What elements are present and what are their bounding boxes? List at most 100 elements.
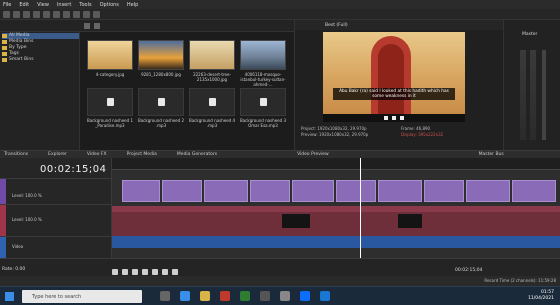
track-header-3[interactable]: Video	[0, 236, 112, 259]
tab-video-preview[interactable]: Video Preview	[293, 152, 329, 157]
media-thumb[interactable]	[189, 40, 235, 70]
video-clip[interactable]	[122, 180, 160, 202]
import-media-icon[interactable]	[84, 23, 90, 29]
media-thumb[interactable]	[240, 40, 286, 70]
app-icon[interactable]	[260, 291, 270, 301]
tab-video-fx[interactable]: Video FX	[83, 152, 107, 157]
copy-icon[interactable]	[63, 10, 70, 18]
views-icon[interactable]	[94, 23, 100, 29]
media-thumb[interactable]	[138, 40, 184, 70]
go-to-start-icon[interactable]	[162, 269, 168, 275]
tab-transitions[interactable]: Transitions	[0, 152, 28, 157]
menu-bar: File Edit View Insert Tools Options Help	[0, 0, 560, 9]
folder-icon	[2, 52, 7, 56]
app-icon[interactable]	[220, 291, 230, 301]
track-level-label: Level: 100.0 %	[12, 217, 42, 222]
audio-file-icon	[259, 98, 267, 106]
record-time-status: Record Time (2 channels): 11:59:28	[484, 278, 556, 283]
master-label: Master	[522, 32, 538, 37]
track-header-2[interactable]: Level: 100.0 %	[0, 204, 112, 237]
tab-media-generators[interactable]: Media Generators	[173, 152, 217, 157]
pause-icon[interactable]	[142, 269, 148, 275]
tab-project-media[interactable]: Project Media	[123, 152, 157, 157]
master-bus-panel: Master	[503, 20, 560, 150]
properties-icon[interactable]	[43, 10, 50, 18]
folder-icon	[2, 46, 7, 50]
audio-track[interactable]	[112, 236, 560, 248]
pause-icon[interactable]	[392, 116, 396, 120]
cut-icon[interactable]	[53, 10, 60, 18]
app-icon[interactable]	[280, 291, 290, 301]
video-clip[interactable]	[466, 180, 510, 202]
time-ruler[interactable]	[112, 158, 560, 170]
video-clip[interactable]	[378, 180, 422, 202]
preview-info: Preview: 1920x1080x32, 29.970p	[301, 132, 369, 137]
go-to-end-icon[interactable]	[172, 269, 178, 275]
stop-icon[interactable]	[400, 116, 404, 120]
loop-icon[interactable]	[122, 269, 128, 275]
menu-view[interactable]: View	[37, 2, 49, 8]
redo-icon[interactable]	[93, 10, 100, 18]
subtitle-text: Abu Bakr (ra) said I looked at this hadi…	[333, 88, 455, 100]
taskbar-search-input[interactable]: Type here to search	[22, 290, 142, 303]
video-clip[interactable]	[204, 180, 248, 202]
app-icon[interactable]	[320, 291, 330, 301]
level-meter-right	[530, 50, 536, 140]
track-headers: 00:02:15;04 Level: 100.0 % Level: 100.0 …	[0, 158, 112, 259]
timecode-display: 00:02:15;04	[40, 164, 107, 175]
taskbar-clock[interactable]: 01:57 11/04/2021	[528, 290, 554, 302]
video-clip[interactable]	[250, 180, 290, 202]
record-icon[interactable]	[112, 269, 118, 275]
preview-controls	[323, 114, 465, 122]
paste-icon[interactable]	[73, 10, 80, 18]
app-icon[interactable]	[240, 291, 250, 301]
play-icon[interactable]	[384, 116, 388, 120]
play-icon[interactable]	[132, 269, 138, 275]
render-icon[interactable]	[33, 10, 40, 18]
rate-label: Rate: 0.00	[2, 267, 26, 272]
file-explorer-icon[interactable]	[200, 291, 210, 301]
menu-options[interactable]: Options	[100, 2, 119, 8]
video-clip[interactable]	[292, 180, 334, 202]
vegas-pro-icon[interactable]	[300, 291, 310, 301]
track-header-1[interactable]: Level: 100.0 %	[0, 178, 112, 205]
track-name-label: Video	[12, 244, 24, 249]
tab-explorer[interactable]: Explorer	[44, 152, 67, 157]
master-fader[interactable]	[542, 50, 546, 140]
stop-icon[interactable]	[152, 269, 158, 275]
media-thumb[interactable]	[87, 40, 133, 70]
video-clip[interactable]	[424, 180, 464, 202]
menu-insert[interactable]: Insert	[57, 2, 71, 8]
media-label: Background nasheed 1 _Paradise.mp3	[86, 118, 134, 128]
save-icon[interactable]	[23, 10, 30, 18]
menu-edit[interactable]: Edit	[19, 2, 29, 8]
edge-icon[interactable]	[180, 291, 190, 301]
timeline-area[interactable]	[112, 158, 560, 258]
frame-info: Frame: 46,890	[401, 126, 431, 131]
playhead[interactable]	[360, 158, 361, 258]
audio-thumb[interactable]	[87, 88, 133, 116]
tab-master-bus[interactable]: Master Bus	[475, 152, 504, 157]
video-clip[interactable]	[512, 180, 556, 202]
windows-start-icon[interactable]	[5, 292, 14, 301]
image-clip-header[interactable]	[112, 206, 560, 212]
undo-icon[interactable]	[83, 10, 90, 18]
new-project-icon[interactable]	[3, 10, 10, 18]
video-preview-panel: Best (Full) Abu Bakr (ra) said I looked …	[294, 20, 503, 150]
video-clip[interactable]	[162, 180, 202, 202]
video-clip[interactable]	[336, 180, 376, 202]
task-view-icon[interactable]	[160, 291, 170, 301]
project-info: Project: 1920x1080x32, 29.970p	[301, 126, 367, 131]
audio-thumb[interactable]	[189, 88, 235, 116]
black-gap	[398, 214, 422, 228]
menu-tools[interactable]: Tools	[79, 2, 91, 8]
audio-thumb[interactable]	[240, 88, 286, 116]
media-label: 4-category.jpg	[95, 72, 125, 77]
audio-thumb[interactable]	[138, 88, 184, 116]
preview-quality-select[interactable]: Best (Full)	[325, 23, 348, 28]
menu-help[interactable]: Help	[127, 2, 138, 8]
open-icon[interactable]	[13, 10, 20, 18]
track-color	[0, 205, 6, 237]
tree-item-smart-bins[interactable]: Smart Bins	[2, 57, 79, 63]
menu-file[interactable]: File	[3, 2, 11, 8]
